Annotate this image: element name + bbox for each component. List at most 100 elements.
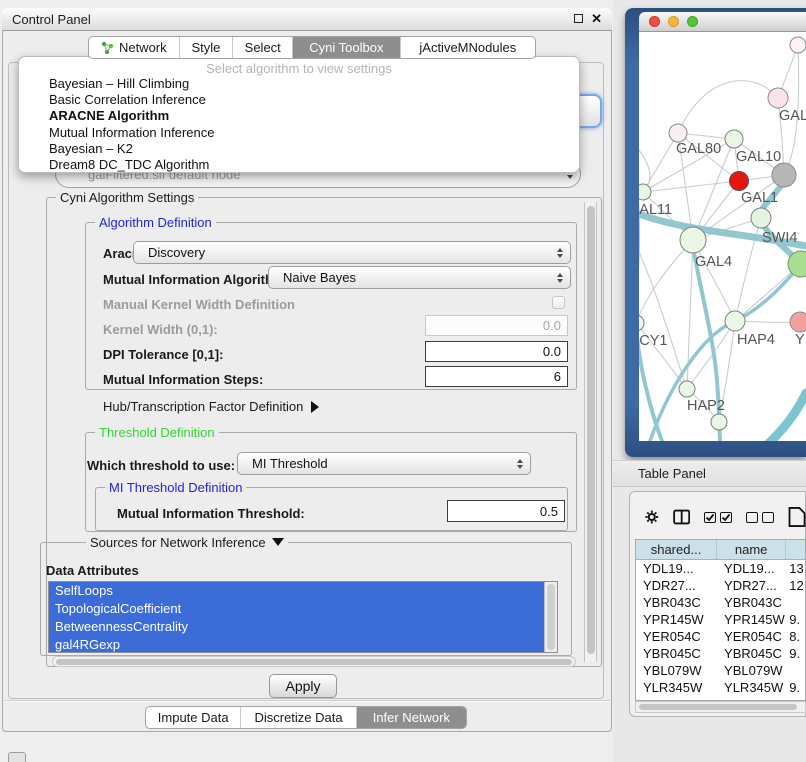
node-label: GAL4 — [695, 254, 732, 270]
select-all-icon[interactable] — [704, 512, 732, 523]
attributes-scrollbar[interactable] — [544, 582, 557, 652]
table-horizontal-scrollbar[interactable] — [635, 701, 806, 713]
network-node-gal[interactable] — [768, 88, 788, 108]
network-edge[interactable] — [643, 181, 739, 192]
network-node[interactable] — [790, 37, 806, 53]
table-cell: YBR043C — [717, 595, 786, 610]
tab-cyni-toolbox[interactable]: Cyni Toolbox — [292, 37, 400, 58]
table-cell: 9. — [786, 680, 805, 695]
network-node-gal4[interactable] — [680, 227, 706, 253]
attribute-item[interactable]: gal4RGexp — [49, 636, 544, 654]
network-edge[interactable] — [650, 264, 801, 441]
split-columns-icon[interactable] — [673, 507, 690, 527]
network-edge[interactable] — [639, 240, 693, 323]
manual-kernel-label: Manual Kernel Width Definition — [103, 297, 295, 312]
apply-button[interactable]: Apply — [269, 674, 337, 698]
kernel-width-field[interactable]: 0.0 — [425, 315, 568, 336]
network-node[interactable] — [772, 163, 796, 187]
table-toolbar — [635, 498, 806, 536]
network-edge[interactable] — [639, 252, 687, 389]
scrollbar-thumb[interactable] — [639, 704, 797, 710]
table-cell: 13 — [786, 561, 805, 576]
settings-group-title: Cyni Algorithm Settings — [56, 190, 198, 205]
tab-infer-network[interactable]: Infer Network — [356, 707, 466, 728]
mi-type-value: Naive Bayes — [283, 270, 356, 285]
tab-label: Impute Data — [158, 710, 229, 725]
dropdown-item[interactable]: Mutual Information Inference — [19, 125, 579, 141]
dropdown-item[interactable]: Bayesian – K2 — [19, 141, 579, 157]
tab-label: Network — [119, 40, 167, 55]
dpi-tolerance-field[interactable]: 0.0 — [425, 341, 568, 362]
table-row[interactable]: YLR345WYLR345W9. — [636, 679, 805, 696]
dropdown-item[interactable]: Dream8 DC_TDC Algorithm — [19, 157, 579, 173]
node-label: HAP4 — [737, 332, 775, 348]
dropdown-item[interactable]: ARACNE Algorithm — [19, 108, 579, 124]
settings-horizontal-scrollbar[interactable] — [52, 656, 576, 667]
gear-icon[interactable] — [645, 508, 659, 526]
minimize-traffic-light[interactable] — [668, 16, 679, 27]
tab-discretize-data[interactable]: Discretize Data — [240, 707, 355, 728]
hub-section-toggle[interactable]: Hub/Transcription Factor Definition — [103, 399, 319, 414]
column-header-shared-name[interactable]: shared... — [636, 540, 717, 559]
zoom-traffic-light[interactable] — [687, 16, 698, 27]
mi-steps-field[interactable]: 6 — [425, 366, 568, 387]
sources-group-title[interactable]: Sources for Network Inference — [86, 535, 288, 550]
scrollbar-thumb[interactable] — [56, 659, 572, 665]
data-attributes-list[interactable]: SelfLoopsTopologicalCoefficientBetweenne… — [48, 581, 558, 653]
network-node-gal11[interactable] — [639, 184, 651, 200]
manual-kernel-checkbox[interactable] — [552, 296, 565, 309]
mi-threshold-field[interactable]: 0.5 — [447, 500, 565, 522]
network-node-gal10[interactable] — [725, 130, 743, 148]
tab-label: Cyni Toolbox — [309, 40, 383, 55]
tab-select[interactable]: Select — [232, 37, 292, 58]
table-panel-title: Table Panel — [638, 466, 706, 481]
file-icon[interactable] — [788, 503, 806, 531]
tab-style[interactable]: Style — [179, 37, 233, 58]
algorithm-definition-title: Algorithm Definition — [95, 215, 216, 230]
attribute-item[interactable]: BetweennessCentrality — [49, 618, 544, 636]
mi-threshold-label: Mutual Information Threshold: — [117, 506, 305, 521]
network-edge[interactable] — [678, 81, 778, 133]
network-node-y[interactable] — [790, 312, 806, 332]
table-cell: YBL079W — [717, 663, 786, 678]
network-edge[interactable] — [768, 393, 806, 441]
dropdown-item[interactable]: Basic Correlation Inference — [19, 92, 579, 108]
table-row[interactable]: YPR145WYPR145W9. — [636, 611, 805, 628]
tab-impute-data[interactable]: Impute Data — [146, 707, 240, 728]
scrollbar-thumb[interactable] — [587, 206, 595, 654]
network-node-gcy1[interactable] — [639, 315, 644, 331]
panel-separator — [4, 700, 610, 701]
network-node-swi4[interactable] — [751, 208, 771, 228]
close-traffic-light[interactable] — [649, 16, 660, 27]
column-header-name[interactable]: name — [717, 540, 786, 559]
node-table[interactable]: shared... name YDL19...YDL19...13YDR27..… — [635, 539, 806, 701]
table-row[interactable]: YBL079WYBL079W — [636, 662, 805, 679]
network-node-hap2[interactable] — [679, 381, 695, 397]
network-node-hap4[interactable] — [725, 311, 745, 331]
dropdown-item[interactable]: Bayesian – Hill Climbing — [19, 76, 579, 92]
settings-vertical-scrollbar[interactable] — [584, 202, 597, 662]
which-threshold-combo[interactable]: MI Threshold — [237, 452, 531, 475]
network-node-gal1[interactable] — [730, 172, 749, 191]
network-node[interactable] — [711, 414, 727, 430]
attribute-item[interactable]: TopologicalCoefficient — [49, 600, 544, 618]
float-window-icon[interactable] — [574, 14, 583, 23]
table-row[interactable]: YBR043CYBR043C — [636, 594, 805, 611]
aracne-mode-combo[interactable]: Discovery — [133, 241, 571, 264]
stepper-icon — [557, 273, 563, 283]
table-row[interactable]: YER054CYER054C8. — [636, 628, 805, 645]
tab-jactivemnodules[interactable]: jActiveMNodules — [400, 37, 535, 58]
attribute-item[interactable]: SelfLoops — [49, 582, 544, 600]
scrollbar-thumb[interactable] — [547, 584, 555, 650]
mi-type-combo[interactable]: Naive Bayes — [268, 266, 571, 289]
table-row[interactable]: YDR27...YDR27...12 — [636, 577, 805, 594]
deselect-all-icon[interactable] — [746, 512, 774, 523]
table-row[interactable]: YBR045CYBR045C9. — [636, 645, 805, 662]
table-row[interactable]: YDL19...YDL19...13 — [636, 560, 805, 577]
close-window-icon[interactable]: ✕ — [591, 13, 602, 24]
column-header-partial[interactable] — [786, 540, 805, 559]
network-node-gal80[interactable] — [669, 124, 687, 142]
tab-network[interactable]: Network — [89, 37, 179, 58]
network-window-titlebar[interactable] — [639, 12, 806, 32]
network-canvas[interactable]: GALGAL80GAL10GAL1GAL11SWI4GAL4GCY1HAP4YH… — [639, 32, 806, 441]
